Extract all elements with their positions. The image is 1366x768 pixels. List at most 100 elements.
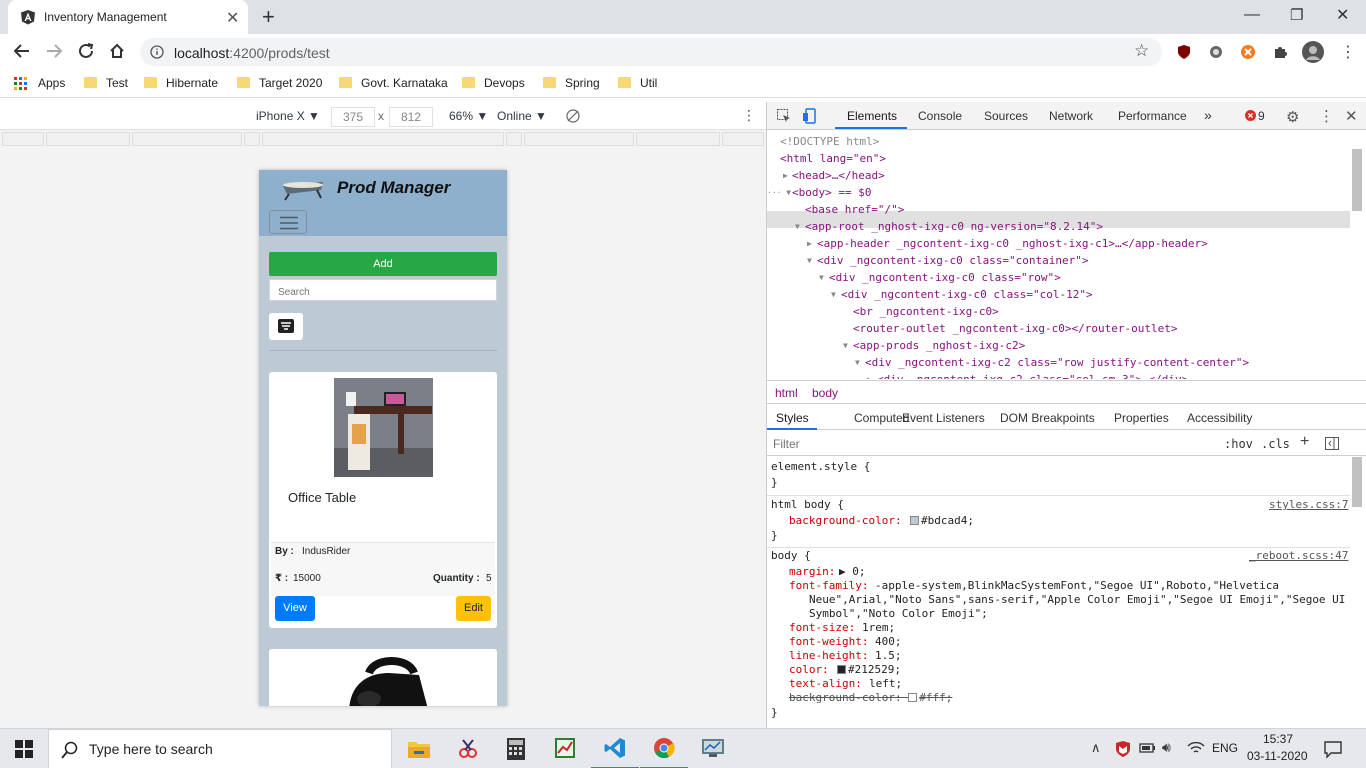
expand-arrow-icon[interactable]: ▶ xyxy=(807,235,812,252)
taskbar-calculator[interactable] xyxy=(493,729,541,768)
reload-icon[interactable] xyxy=(77,42,95,60)
search-input[interactable] xyxy=(269,279,497,301)
tab-performance[interactable]: Performance xyxy=(1118,109,1187,123)
dom-node[interactable]: <base href="/"> xyxy=(805,201,904,218)
css-property[interactable]: font-weight: xyxy=(789,635,868,648)
dom-node[interactable]: <app-root _nghost-ixg-c0 ng-version="8.2… xyxy=(805,218,1103,235)
bookmark-target-2020[interactable]: Target 2020 xyxy=(237,76,322,90)
breadcrumb-html[interactable]: html xyxy=(775,386,798,400)
taskbar-app[interactable] xyxy=(689,729,737,768)
dom-node[interactable]: <div _ngcontent-ixg-c0 class="col-12"> xyxy=(841,286,1093,303)
cls-toggle[interactable]: .cls xyxy=(1261,437,1290,451)
add-button[interactable]: Add xyxy=(269,252,497,276)
minimize-icon[interactable]: — xyxy=(1244,6,1260,24)
css-property[interactable]: background-color: xyxy=(789,514,902,527)
new-tab-icon[interactable]: + xyxy=(262,4,275,30)
css-value[interactable]: left; xyxy=(869,677,902,690)
css-value[interactable]: ▶ 0; xyxy=(839,565,866,578)
extension-orange-icon[interactable] xyxy=(1240,44,1256,60)
collapse-arrow-icon[interactable]: ▼ xyxy=(831,286,836,303)
taskbar-app[interactable] xyxy=(542,729,590,768)
tray-volume-icon[interactable]: 🔊︎ xyxy=(1162,739,1171,756)
error-icon[interactable] xyxy=(1245,110,1256,121)
dom-node[interactable]: <app-header _ngcontent-ixg-c0 _nghost-ix… xyxy=(817,235,1208,252)
settings-gear-icon[interactable]: ⚙ xyxy=(1286,108,1299,126)
product-image[interactable] xyxy=(334,378,433,477)
brand-title[interactable]: Prod Manager xyxy=(337,178,450,198)
dom-node[interactable]: <!DOCTYPE html> xyxy=(780,133,879,150)
devtools-menu-icon[interactable]: ⋮ xyxy=(1319,107,1334,125)
device-select[interactable]: iPhone X ▼ xyxy=(256,109,320,123)
tab-dom-breakpoints[interactable]: DOM Breakpoints xyxy=(1000,411,1095,425)
restore-icon[interactable]: ❐ xyxy=(1290,6,1303,24)
bookmark-util[interactable]: Util xyxy=(618,76,657,90)
css-property[interactable]: margin: xyxy=(789,565,835,578)
info-icon[interactable] xyxy=(150,45,164,59)
tray-time[interactable]: 15:37 xyxy=(1263,732,1293,746)
css-value[interactable]: 400; xyxy=(875,635,902,648)
collapse-arrow-icon[interactable]: ▼ xyxy=(855,354,860,371)
bookmark-hibernate[interactable]: Hibernate xyxy=(144,76,218,90)
filter-button[interactable] xyxy=(269,313,303,340)
styles-filter-input[interactable] xyxy=(773,435,1213,453)
dom-node[interactable]: <head>…</head> xyxy=(792,167,885,184)
tray-language[interactable]: ENG xyxy=(1212,741,1238,755)
color-swatch[interactable] xyxy=(837,665,846,674)
css-value[interactable]: #bdcad4; xyxy=(910,514,974,527)
dom-node[interactable]: <br _ngcontent-ixg-c0> xyxy=(853,303,999,320)
collapse-arrow-icon[interactable]: ▼ xyxy=(807,252,812,269)
taskbar-vscode[interactable] xyxy=(591,729,639,768)
tray-chevron-icon[interactable]: ∧ xyxy=(1091,740,1101,756)
collapse-arrow-icon[interactable]: ▼ xyxy=(843,337,848,354)
css-property[interactable]: text-align: xyxy=(789,677,862,690)
collapse-arrow-icon[interactable]: ··· ▼ xyxy=(767,184,791,201)
styles-scrollbar[interactable] xyxy=(1352,457,1362,507)
bookmark-test[interactable]: Test xyxy=(84,76,128,90)
dom-node[interactable]: <div _ngcontent-ixg-c2 class="row justif… xyxy=(865,354,1249,371)
element-style-selector[interactable]: element.style { xyxy=(771,460,870,473)
rotate-icon[interactable] xyxy=(566,109,580,123)
hov-toggle[interactable]: :hov xyxy=(1224,437,1253,451)
back-icon[interactable] xyxy=(13,42,31,60)
edit-button[interactable]: Edit xyxy=(456,596,491,621)
bookmark-apps[interactable]: Apps xyxy=(14,76,65,90)
browser-tab[interactable]: Inventory Management ✕ xyxy=(8,0,248,34)
collapse-arrow-icon[interactable]: ▼ xyxy=(795,218,800,235)
rule-selector-html-body[interactable]: html body { xyxy=(771,498,844,511)
dom-node[interactable]: <div _ngcontent-ixg-c2 class="col-sm-3">… xyxy=(877,371,1188,379)
extensions-puzzle-icon[interactable] xyxy=(1272,44,1288,60)
navbar-toggler[interactable] xyxy=(269,210,307,234)
home-icon[interactable] xyxy=(108,42,126,60)
tray-wifi-icon[interactable] xyxy=(1187,741,1205,755)
color-swatch[interactable] xyxy=(908,693,918,702)
windows-start-icon[interactable] xyxy=(15,740,33,758)
dom-node[interactable]: <html lang="en"> xyxy=(780,150,886,167)
css-value[interactable]: #212529; xyxy=(837,663,901,676)
inspect-element-icon[interactable] xyxy=(777,109,791,123)
dom-node[interactable]: <div _ngcontent-ixg-c0 class="row"> xyxy=(829,269,1061,286)
window-close-icon[interactable]: ✕ xyxy=(1336,5,1349,25)
tab-styles[interactable]: Styles xyxy=(776,411,809,425)
ublock-icon[interactable] xyxy=(1176,44,1192,60)
css-value[interactable]: 1rem; xyxy=(862,621,895,634)
tab-accessibility[interactable]: Accessibility xyxy=(1187,411,1252,425)
dom-node[interactable]: <router-outlet _ngcontent-ixg-c0></route… xyxy=(853,320,1178,337)
css-value[interactable]: -apple-system,BlinkMacSystemFont,"Segoe … xyxy=(875,579,1279,592)
extension-circle-icon[interactable] xyxy=(1208,44,1224,60)
taskbar-chrome[interactable] xyxy=(640,729,688,768)
new-rule-icon[interactable]: + xyxy=(1300,433,1309,451)
network-select[interactable]: Online ▼ xyxy=(497,109,547,123)
bookmark-govt-karnataka[interactable]: Govt. Karnataka xyxy=(339,76,448,90)
css-value[interactable]: 1.5; xyxy=(875,649,902,662)
css-property[interactable]: color: xyxy=(789,663,829,676)
rule-source-link[interactable]: styles.css:7 xyxy=(1269,498,1348,511)
forward-icon[interactable] xyxy=(45,42,63,60)
view-button[interactable]: View xyxy=(275,596,315,621)
breadcrumb-body[interactable]: body xyxy=(812,386,838,400)
taskbar-snipping-tool[interactable] xyxy=(444,729,492,768)
tab-console[interactable]: Console xyxy=(918,109,962,123)
error-count[interactable]: 9 xyxy=(1258,109,1265,123)
tray-date[interactable]: 03-11-2020 xyxy=(1247,749,1308,763)
rule-source-link[interactable]: _reboot.scss:47 xyxy=(1249,549,1348,562)
notification-icon[interactable] xyxy=(1323,739,1343,759)
